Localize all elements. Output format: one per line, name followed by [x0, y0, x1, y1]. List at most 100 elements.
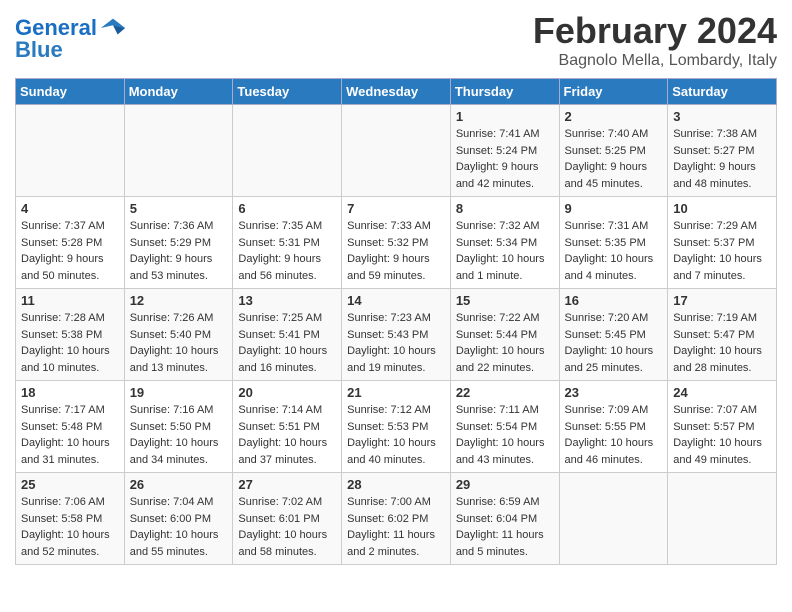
- calendar-cell: 1Sunrise: 7:41 AMSunset: 5:24 PMDaylight…: [450, 105, 559, 197]
- daylight-value: Daylight: 10 hours and 46 minutes.: [565, 437, 654, 466]
- logo: General Blue: [15, 14, 127, 62]
- calendar-cell: [559, 473, 668, 565]
- sunrise-text: Sunrise: 7:00 AM: [347, 494, 445, 511]
- sunrise-text: Sunrise: 7:02 AM: [238, 494, 336, 511]
- sunset-text: Sunset: 5:24 PM: [456, 143, 554, 160]
- calendar-week-row: 25 Sunrise: 7:06 AMSunset: 5:58 PMDayligh…: [16, 473, 777, 565]
- cell-info: Sunrise: 7:00 AMSunset: 6:02 PMDaylight:…: [347, 494, 445, 560]
- sunrise-text: Sunrise: 7:07 AM: [673, 402, 771, 419]
- calendar-cell: 10Sunrise: 7:29 AMSunset: 5:37 PMDayligh…: [668, 197, 777, 289]
- day-number: 14: [347, 293, 445, 308]
- cell-info: Sunrise: 7:31 AMSunset: 5:35 PMDaylight:…: [565, 218, 663, 284]
- calendar-cell: 7 Sunrise: 7:33 AMSunset: 5:32 PMDaylight…: [342, 197, 451, 289]
- weekday-header: Friday: [559, 79, 668, 105]
- cell-info: Sunrise: 7:04 AMSunset: 6:00 PMDaylight:…: [130, 494, 228, 560]
- sunset-text: Sunset: 5:57 PM: [673, 419, 771, 436]
- daylight-value: Daylight: 10 hours and 28 minutes.: [673, 345, 762, 374]
- sunset-text: Sunset: 5:34 PM: [456, 235, 554, 252]
- day-number: 29: [456, 477, 554, 492]
- daylight-value: Daylight: 10 hours and 4 minutes.: [565, 253, 654, 282]
- cell-info: Sunrise: 7:28 AMSunset: 5:38 PMDaylight:…: [21, 310, 119, 376]
- sunset-text: Sunset: 5:41 PM: [238, 327, 336, 344]
- cell-info: Sunrise: 7:12 AMSunset: 5:53 PMDaylight:…: [347, 402, 445, 468]
- cell-info: Sunrise: 7:11 AMSunset: 5:54 PMDaylight:…: [456, 402, 554, 468]
- calendar-cell: 2Sunrise: 7:40 AMSunset: 5:25 PMDaylight…: [559, 105, 668, 197]
- daylight-value: Daylight: 10 hours and 31 minutes.: [21, 437, 110, 466]
- daylight-value: Daylight: 10 hours and 25 minutes.: [565, 345, 654, 374]
- month-title: February 2024: [533, 10, 777, 52]
- calendar-cell: 29 Sunrise: 6:59 AMSunset: 6:04 PMDayligh…: [450, 473, 559, 565]
- sunset-text: Sunset: 5:50 PM: [130, 419, 228, 436]
- calendar-cell: 20 Sunrise: 7:14 AMSunset: 5:51 PMDayligh…: [233, 381, 342, 473]
- daylight-value: Daylight: 10 hours and 16 minutes.: [238, 345, 327, 374]
- sunset-text: Sunset: 5:32 PM: [347, 235, 445, 252]
- daylight-value: Daylight: 10 hours and 19 minutes.: [347, 345, 436, 374]
- sunset-text: Sunset: 5:31 PM: [238, 235, 336, 252]
- calendar-cell: 11Sunrise: 7:28 AMSunset: 5:38 PMDayligh…: [16, 289, 125, 381]
- calendar-cell: [124, 105, 233, 197]
- day-number: 24: [673, 385, 771, 400]
- daylight-value: Daylight: 9 hours and 53 minutes.: [130, 253, 213, 282]
- calendar-cell: 24 Sunrise: 7:07 AMSunset: 5:57 PMDayligh…: [668, 381, 777, 473]
- day-number: 9: [565, 201, 663, 216]
- calendar-cell: 15Sunrise: 7:22 AMSunset: 5:44 PMDayligh…: [450, 289, 559, 381]
- day-number: 21: [347, 385, 445, 400]
- daylight-value: Daylight: 10 hours and 52 minutes.: [21, 529, 110, 558]
- day-number: 20: [238, 385, 336, 400]
- sunset-text: Sunset: 5:29 PM: [130, 235, 228, 252]
- sunset-text: Sunset: 5:35 PM: [565, 235, 663, 252]
- daylight-value: Daylight: 10 hours and 40 minutes.: [347, 437, 436, 466]
- weekday-header: Sunday: [16, 79, 125, 105]
- day-number: 27: [238, 477, 336, 492]
- day-number: 13: [238, 293, 336, 308]
- daylight-value: Daylight: 11 hours and 5 minutes.: [456, 529, 544, 558]
- calendar-week-row: 4Sunrise: 7:37 AMSunset: 5:28 PMDaylight…: [16, 197, 777, 289]
- sunrise-text: Sunrise: 6:59 AM: [456, 494, 554, 511]
- sunset-text: Sunset: 5:37 PM: [673, 235, 771, 252]
- calendar-cell: [342, 105, 451, 197]
- sunrise-text: Sunrise: 7:31 AM: [565, 218, 663, 235]
- calendar-cell: [233, 105, 342, 197]
- cell-info: Sunrise: 6:59 AMSunset: 6:04 PMDaylight:…: [456, 494, 554, 560]
- calendar-cell: 4Sunrise: 7:37 AMSunset: 5:28 PMDaylight…: [16, 197, 125, 289]
- day-number: 7: [347, 201, 445, 216]
- cell-info: Sunrise: 7:33 AMSunset: 5:32 PMDaylight:…: [347, 218, 445, 284]
- sunrise-text: Sunrise: 7:20 AM: [565, 310, 663, 327]
- calendar-week-row: 1Sunrise: 7:41 AMSunset: 5:24 PMDaylight…: [16, 105, 777, 197]
- cell-info: Sunrise: 7:14 AMSunset: 5:51 PMDaylight:…: [238, 402, 336, 468]
- calendar-cell: 9 Sunrise: 7:31 AMSunset: 5:35 PMDaylight…: [559, 197, 668, 289]
- daylight-value: Daylight: 10 hours and 22 minutes.: [456, 345, 545, 374]
- cell-info: Sunrise: 7:06 AMSunset: 5:58 PMDaylight:…: [21, 494, 119, 560]
- day-number: 26: [130, 477, 228, 492]
- daylight-value: Daylight: 10 hours and 7 minutes.: [673, 253, 762, 282]
- sunrise-text: Sunrise: 7:17 AM: [21, 402, 119, 419]
- day-number: 18: [21, 385, 119, 400]
- sunrise-text: Sunrise: 7:16 AM: [130, 402, 228, 419]
- cell-info: Sunrise: 7:07 AMSunset: 5:57 PMDaylight:…: [673, 402, 771, 468]
- sunrise-text: Sunrise: 7:37 AM: [21, 218, 119, 235]
- calendar-cell: 18Sunrise: 7:17 AMSunset: 5:48 PMDayligh…: [16, 381, 125, 473]
- day-number: 17: [673, 293, 771, 308]
- calendar-cell: 12Sunrise: 7:26 AMSunset: 5:40 PMDayligh…: [124, 289, 233, 381]
- sunset-text: Sunset: 5:25 PM: [565, 143, 663, 160]
- weekday-header: Tuesday: [233, 79, 342, 105]
- calendar-cell: 26 Sunrise: 7:04 AMSunset: 6:00 PMDayligh…: [124, 473, 233, 565]
- calendar-cell: 6Sunrise: 7:35 AMSunset: 5:31 PMDaylight…: [233, 197, 342, 289]
- sunrise-text: Sunrise: 7:04 AM: [130, 494, 228, 511]
- day-number: 6: [238, 201, 336, 216]
- sunrise-text: Sunrise: 7:09 AM: [565, 402, 663, 419]
- sunrise-text: Sunrise: 7:22 AM: [456, 310, 554, 327]
- sunrise-text: Sunrise: 7:38 AM: [673, 126, 771, 143]
- sunset-text: Sunset: 5:38 PM: [21, 327, 119, 344]
- sunrise-text: Sunrise: 7:36 AM: [130, 218, 228, 235]
- calendar-cell: 5Sunrise: 7:36 AMSunset: 5:29 PMDaylight…: [124, 197, 233, 289]
- sunrise-text: Sunrise: 7:41 AM: [456, 126, 554, 143]
- day-number: 8: [456, 201, 554, 216]
- location-title: Bagnolo Mella, Lombardy, Italy: [533, 52, 777, 70]
- cell-info: Sunrise: 7:20 AMSunset: 5:45 PMDaylight:…: [565, 310, 663, 376]
- sunset-text: Sunset: 5:27 PM: [673, 143, 771, 160]
- cell-info: Sunrise: 7:22 AMSunset: 5:44 PMDaylight:…: [456, 310, 554, 376]
- cell-info: Sunrise: 7:37 AMSunset: 5:28 PMDaylight:…: [21, 218, 119, 284]
- day-number: 25: [21, 477, 119, 492]
- daylight-value: Daylight: 11 hours and 2 minutes.: [347, 529, 435, 558]
